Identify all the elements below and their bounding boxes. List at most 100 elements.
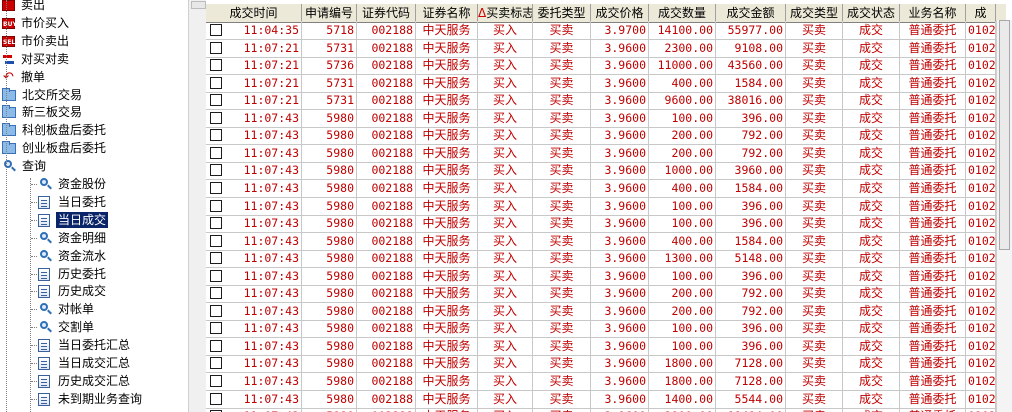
column-header-code[interactable]: 证券代码 bbox=[357, 4, 416, 22]
table-row[interactable]: 11:07:43 5980 002188 中天服务 买入 买卖 3.9600 400.00 15… bbox=[206, 179, 996, 198]
sidebar-item[interactable]: 历史委托 bbox=[38, 265, 108, 283]
sidebar-item[interactable]: 当日成交 bbox=[38, 211, 109, 229]
row-checkbox[interactable] bbox=[210, 164, 222, 176]
cell-name: 中天服务 bbox=[416, 337, 478, 355]
column-header-side[interactable]: Δ买卖标志 bbox=[478, 4, 533, 22]
column-header-amount[interactable]: 成交金额 bbox=[716, 4, 786, 22]
table-row[interactable]: 11:07:43 5980 002188 中天服务 买入 买卖 3.9600 200.00 79… bbox=[206, 284, 996, 303]
sidebar-item[interactable]: 资金流水 bbox=[38, 247, 108, 265]
table-row[interactable]: 11:07:43 5980 002188 中天服务 买入 买卖 3.9600 1800.00 7… bbox=[206, 372, 996, 391]
sidebar-item[interactable]: BUY 市价买入 bbox=[0, 14, 71, 32]
cell-extra: 0102C bbox=[968, 21, 996, 39]
search-icon bbox=[2, 159, 17, 173]
grid-vertical-scrollbar[interactable] bbox=[996, 20, 1012, 412]
column-header-order_type[interactable]: 委托类型 bbox=[533, 4, 591, 22]
row-checkbox[interactable] bbox=[210, 59, 222, 71]
tree-connector-line bbox=[31, 256, 37, 257]
sidebar-item[interactable]: 查询 bbox=[0, 157, 48, 175]
row-checkbox[interactable] bbox=[210, 287, 222, 299]
table-row[interactable]: 11:07:21 5731 002188 中天服务 买入 买卖 3.9600 9600.00 3… bbox=[206, 91, 996, 110]
row-checkbox[interactable] bbox=[210, 235, 222, 247]
table-row[interactable]: 11:07:43 5980 002188 中天服务 买入 买卖 3.9600 200.00 79… bbox=[206, 126, 996, 145]
sidebar-item[interactable]: SELL 市价卖出 bbox=[0, 32, 71, 50]
table-row[interactable]: 11:04:35 5718 002188 中天服务 买入 买卖 3.9700 14100.00… bbox=[206, 21, 996, 40]
sidebar-item[interactable]: 资金股份 bbox=[38, 175, 108, 193]
cell-name: 中天服务 bbox=[416, 284, 478, 302]
cell-biz: 普通委托 bbox=[900, 144, 966, 162]
column-header-extra[interactable]: 成 bbox=[966, 4, 996, 22]
navigation-tree: 卖出 BUY 市价买入 SELL 市价卖出对买对卖 ↶ 撤单 北交所交易 新三板交易 科创板盘后委… bbox=[0, 0, 188, 412]
column-header-name[interactable]: 证券名称 bbox=[416, 4, 478, 22]
column-header-time[interactable]: 成交时间 bbox=[206, 4, 302, 22]
tree-connector-line bbox=[31, 399, 37, 400]
sidebar-item[interactable]: 未到期业务查询 bbox=[38, 390, 144, 408]
column-header-qty[interactable]: 成交数量 bbox=[649, 4, 716, 22]
column-header-price[interactable]: 成交价格 bbox=[591, 4, 649, 22]
row-checkbox[interactable] bbox=[210, 94, 222, 106]
sidebar-item-label: 对买对卖 bbox=[21, 52, 70, 66]
row-checkbox[interactable] bbox=[210, 24, 222, 36]
table-row[interactable]: 11:07:21 5736 002188 中天服务 买入 买卖 3.9600 11000.00… bbox=[206, 56, 996, 75]
sidebar-item[interactable]: 当日委托汇总 bbox=[38, 336, 132, 354]
column-header-label: 成交数量 bbox=[657, 6, 706, 20]
column-header-req_no[interactable]: 申请编号 bbox=[302, 4, 357, 22]
row-checkbox[interactable] bbox=[210, 322, 222, 334]
row-checkbox[interactable] bbox=[210, 305, 222, 317]
cell-status: 成交 bbox=[843, 91, 900, 109]
sidebar-item[interactable]: 交割单 bbox=[38, 318, 96, 336]
cell-side: 买入 bbox=[478, 319, 533, 337]
sidebar-item[interactable]: 历史成交 bbox=[38, 282, 108, 300]
cell-qty: 100.00 bbox=[649, 319, 716, 337]
table-row[interactable]: 11:07:43 5980 002188 中天服务 买入 买卖 3.9600 1800.00 7… bbox=[206, 354, 996, 373]
table-row[interactable]: 11:07:43 5980 002188 中天服务 买入 买卖 3.9600 100.00 39… bbox=[206, 214, 996, 233]
cell-code: 002188 bbox=[357, 126, 416, 144]
row-checkbox[interactable] bbox=[210, 217, 222, 229]
row-checkbox[interactable] bbox=[210, 42, 222, 54]
table-row[interactable]: 11:07:435980002188中天服务买入买卖3.96002900.001… bbox=[206, 407, 996, 412]
table-row[interactable]: 11:07:43 5980 002188 中天服务 买入 买卖 3.9600 100.00 39… bbox=[206, 319, 996, 338]
row-checkbox[interactable] bbox=[210, 252, 222, 264]
cell-code: 002188 bbox=[357, 144, 416, 162]
sidebar-item[interactable]: 当日委托 bbox=[38, 193, 108, 211]
tree-scrollbar[interactable] bbox=[188, 0, 206, 412]
row-checkbox[interactable] bbox=[210, 270, 222, 282]
row-checkbox[interactable] bbox=[210, 393, 222, 405]
table-row[interactable]: 11:07:43 5980 002188 中天服务 买入 买卖 3.9600 1000.00 3… bbox=[206, 161, 996, 180]
sidebar-item[interactable]: ↶ 撤单 bbox=[0, 68, 47, 86]
sidebar-item[interactable]: 卖出 bbox=[0, 0, 47, 14]
cell-req_no: 5980 bbox=[302, 390, 357, 408]
column-header-trade_type[interactable]: 成交类型 bbox=[786, 4, 843, 22]
sidebar-item[interactable]: 科创板盘后委托 bbox=[0, 121, 108, 139]
row-checkbox[interactable] bbox=[210, 77, 222, 89]
sidebar-item[interactable]: 新三板交易 bbox=[0, 103, 84, 121]
sidebar-item[interactable]: 历史成交汇总 bbox=[38, 372, 132, 390]
row-checkbox[interactable] bbox=[210, 147, 222, 159]
cell-order_type: 买卖 bbox=[533, 179, 591, 197]
row-checkbox[interactable] bbox=[210, 112, 222, 124]
sidebar-item[interactable]: 北交所交易 bbox=[0, 86, 84, 104]
table-row[interactable]: 11:07:43 5980 002188 中天服务 买入 买卖 3.9600 1300.00 5… bbox=[206, 249, 996, 268]
cell-biz: 普通委托 bbox=[900, 354, 966, 372]
row-checkbox[interactable] bbox=[210, 182, 222, 194]
sidebar-item[interactable]: 资金明细 bbox=[38, 229, 108, 247]
column-header-status[interactable]: 成交状态 bbox=[843, 4, 900, 22]
grid-scrollbar-thumb[interactable] bbox=[999, 20, 1010, 250]
cell-time: 11:07:21 bbox=[226, 56, 302, 74]
column-header-biz[interactable]: 业务名称 bbox=[900, 4, 966, 22]
cell-extra: 0102C bbox=[968, 267, 996, 285]
sidebar-item[interactable]: 当日成交汇总 bbox=[38, 354, 132, 372]
row-checkbox[interactable] bbox=[210, 357, 222, 369]
document-icon bbox=[38, 392, 50, 406]
row-checkbox[interactable] bbox=[210, 200, 222, 212]
document-icon bbox=[38, 356, 50, 370]
sidebar-item[interactable]: 创业板盘后委托 bbox=[0, 139, 108, 157]
sidebar-item[interactable]: 对买对卖 bbox=[0, 50, 71, 68]
cell-name: 中天服务 bbox=[416, 267, 478, 285]
row-checkbox[interactable] bbox=[210, 375, 222, 387]
tree-scrollbar-thumb[interactable] bbox=[191, 1, 206, 9]
sidebar-item[interactable]: 对帐单 bbox=[38, 300, 96, 318]
row-checkbox[interactable] bbox=[210, 340, 222, 352]
cell-qty: 1400.00 bbox=[649, 390, 716, 408]
tree-connector-line bbox=[31, 238, 37, 239]
row-checkbox[interactable] bbox=[210, 129, 222, 141]
